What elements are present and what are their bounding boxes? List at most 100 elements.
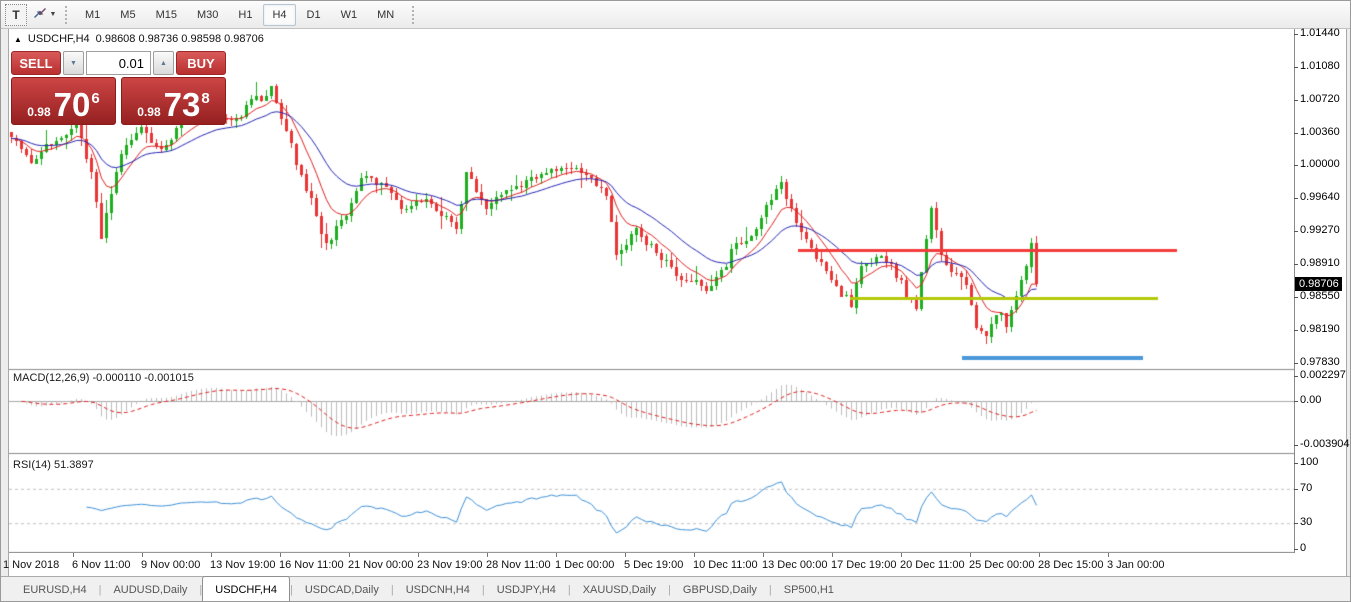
macd-axis-label: 0.002297 <box>1300 369 1346 381</box>
sell-button[interactable]: SELL <box>11 51 61 75</box>
one-click-trade-panel: SELL ▼ ▲ BUY 0.98 70 6 0.98 73 8 <box>11 51 226 125</box>
lot-size-input[interactable] <box>86 51 151 75</box>
collapse-triangle-icon[interactable]: ▲ <box>14 35 22 44</box>
chart-tab-usdchf-h4[interactable]: USDCHF,H4 <box>202 576 290 602</box>
top-toolbar: T ▼ M1M5M15M30H1H4D1W1MN <box>1 1 1351 29</box>
timeframe-button-d1[interactable]: D1 <box>298 4 330 26</box>
mt4-window: T ▼ M1M5M15M30H1H4D1W1MN ▲ USDCHF,H4 0.9… <box>0 0 1351 602</box>
timeframe-button-m1[interactable]: M1 <box>76 4 109 26</box>
time-axis-label: 17 Dec 19:00 <box>831 559 896 571</box>
chart-header: ▲ USDCHF,H4 0.98608 0.98736 0.98598 0.98… <box>14 33 264 45</box>
macd-label: MACD(12,26,9) -0.000110 -0.001015 <box>13 372 194 384</box>
chart-tab-audusd-daily[interactable]: AUDUSD,Daily <box>101 579 199 601</box>
time-axis-tick <box>556 553 557 557</box>
rsi-axis-label: 0 <box>1300 542 1306 554</box>
rsi-axis-label: 30 <box>1300 516 1312 528</box>
time-axis-tick <box>832 553 833 557</box>
arrows-icon <box>32 6 48 23</box>
price-axis-label: 0.99640 <box>1300 191 1340 203</box>
sell-price-box[interactable]: 0.98 70 6 <box>11 77 116 125</box>
toolbar-grip[interactable] <box>65 6 67 24</box>
chart-tab-usdcnh-h4[interactable]: USDCNH,H4 <box>394 579 482 601</box>
time-axis-label: 20 Dec 11:00 <box>900 559 965 571</box>
price-axis-label: 0.98550 <box>1300 290 1340 302</box>
time-axis-tick <box>349 553 350 557</box>
chart-tab-sp500-h1[interactable]: SP500,H1 <box>772 579 846 601</box>
time-axis-label: 10 Dec 11:00 <box>693 559 758 571</box>
price-axis-label: 0.97830 <box>1300 356 1340 368</box>
timeframe-button-m15[interactable]: M15 <box>147 4 186 26</box>
price-axis-label: 1.00720 <box>1300 93 1340 105</box>
macd-axis-label: 0.00 <box>1300 394 1321 406</box>
time-axis-label: 28 Nov 11:00 <box>486 559 551 571</box>
time-axis-label: 9 Nov 00:00 <box>141 559 200 571</box>
window-right-edge <box>1346 29 1351 576</box>
time-axis-tick <box>280 553 281 557</box>
time-axis-tick <box>1108 553 1109 557</box>
text-tool-button[interactable]: T <box>5 4 27 26</box>
price-axis-label: 0.98910 <box>1300 257 1340 269</box>
price-axis-label: 0.98190 <box>1300 323 1340 335</box>
time-axis-label: 3 Jan 00:00 <box>1107 559 1165 571</box>
buy-price-pip: 8 <box>201 93 209 105</box>
chart-tab-usdjpy-h4[interactable]: USDJPY,H4 <box>485 579 568 601</box>
price-axis-label: 1.01080 <box>1300 60 1340 72</box>
rsi-axis-label: 100 <box>1300 456 1318 468</box>
current-price-tag: 0.98706 <box>1295 277 1342 291</box>
macd-axis-label: -0.003904 <box>1300 438 1350 450</box>
symbol-period-label: USDCHF,H4 <box>28 33 90 45</box>
timeframe-button-w1[interactable]: W1 <box>332 4 367 26</box>
rsi-value: 51.3897 <box>54 459 94 471</box>
timeframe-button-m30[interactable]: M30 <box>188 4 227 26</box>
price-axis-label: 1.00000 <box>1300 158 1340 170</box>
chart-tab-usdcad-daily[interactable]: USDCAD,Daily <box>293 579 391 601</box>
timeframe-button-h4[interactable]: H4 <box>263 4 295 26</box>
buy-price-big: 73 <box>164 91 201 119</box>
time-axis-tick <box>73 553 74 557</box>
time-axis-label: 1 Dec 00:00 <box>555 559 614 571</box>
price-axis-label: 1.00360 <box>1300 126 1340 138</box>
arrows-tool-button[interactable]: ▼ <box>31 5 57 25</box>
price-axis-label: 1.01440 <box>1300 27 1340 39</box>
time-axis-label: 5 Dec 19:00 <box>624 559 683 571</box>
lot-increase-button[interactable]: ▲ <box>153 51 174 75</box>
macd-values: -0.000110 -0.001015 <box>92 372 193 384</box>
time-axis-tick <box>970 553 971 557</box>
time-axis-label: 6 Nov 11:00 <box>72 559 131 571</box>
time-axis-label: 1 Nov 2018 <box>3 559 59 571</box>
lot-decrease-button[interactable]: ▼ <box>63 51 84 75</box>
rsi-name: RSI(14) <box>13 459 51 471</box>
timeframe-button-mn[interactable]: MN <box>368 4 403 26</box>
time-axis-label: 21 Nov 00:00 <box>348 559 413 571</box>
time-axis-tick <box>211 553 212 557</box>
time-axis-tick <box>901 553 902 557</box>
chart-tab-gbpusd-daily[interactable]: GBPUSD,Daily <box>671 579 769 601</box>
buy-price-box[interactable]: 0.98 73 8 <box>121 77 226 125</box>
macd-name: MACD(12,26,9) <box>13 372 89 384</box>
time-axis-tick <box>487 553 488 557</box>
buy-price-prefix: 0.98 <box>137 105 160 119</box>
time-axis-tick <box>1039 553 1040 557</box>
time-axis-label: 16 Nov 11:00 <box>279 559 344 571</box>
time-axis-label: 13 Nov 19:00 <box>210 559 275 571</box>
time-axis-label: 28 Dec 15:00 <box>1038 559 1103 571</box>
time-axis-tick <box>763 553 764 557</box>
time-axis-tick <box>694 553 695 557</box>
chart-tab-eurusd-h4[interactable]: EURUSD,H4 <box>11 579 99 601</box>
rsi-label: RSI(14) 51.3897 <box>13 459 94 471</box>
time-axis-tick <box>625 553 626 557</box>
sell-price-prefix: 0.98 <box>27 105 50 119</box>
chart-tab-bar: EURUSD,H4|AUDUSD,Daily|USDCHF,H4|USDCAD,… <box>1 576 1351 602</box>
time-axis-label: 23 Nov 19:00 <box>417 559 482 571</box>
time-axis-label: 13 Dec 00:00 <box>762 559 827 571</box>
timeframe-button-h1[interactable]: H1 <box>229 4 261 26</box>
timeframe-button-m5[interactable]: M5 <box>111 4 144 26</box>
buy-button[interactable]: BUY <box>176 51 226 75</box>
toolbar-grip-2[interactable] <box>412 6 414 24</box>
time-axis-tick <box>142 553 143 557</box>
price-axis-border <box>1294 29 1295 553</box>
chart-tab-xauusd-daily[interactable]: XAUUSD,Daily <box>571 579 668 601</box>
window-left-edge <box>1 29 9 576</box>
price-axis-label: 0.99270 <box>1300 224 1340 236</box>
sell-price-big: 70 <box>54 91 91 119</box>
